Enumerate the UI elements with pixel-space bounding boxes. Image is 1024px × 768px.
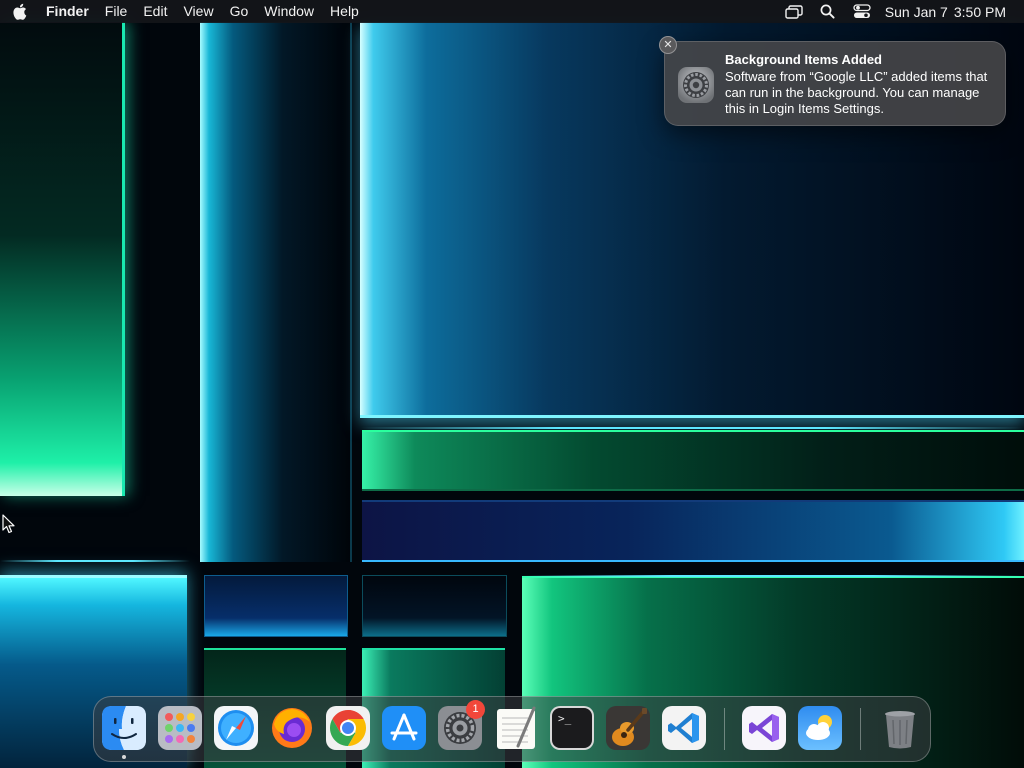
wallpaper-glow-line: [360, 427, 1024, 429]
dock-separator: [860, 708, 861, 750]
terminal-icon[interactable]: >_: [550, 706, 594, 750]
app-store-icon[interactable]: [382, 706, 426, 750]
chrome-icon[interactable]: [326, 706, 370, 750]
menu-help[interactable]: Help: [322, 0, 367, 23]
wallpaper-panel: [362, 430, 1024, 491]
menu-go[interactable]: Go: [222, 0, 257, 23]
notification-title: Background Items Added: [725, 52, 882, 67]
wallpaper-panel: [362, 575, 507, 637]
weather-icon[interactable]: [798, 706, 842, 750]
system-settings-icon[interactable]: 1: [438, 700, 485, 750]
wallpaper-panel: [0, 22, 125, 496]
notification-body: Software from “Google LLC” added items t…: [725, 69, 988, 116]
vscode-icon[interactable]: [662, 706, 706, 750]
launchpad-icon[interactable]: [158, 706, 202, 750]
mouse-cursor-icon: [2, 514, 16, 534]
running-indicator: [122, 755, 126, 759]
terminal-prompt: >_: [558, 712, 572, 725]
apple-icon[interactable]: [0, 0, 38, 23]
finder-icon[interactable]: [102, 706, 146, 750]
system-settings-gear-icon: [677, 66, 715, 104]
wallpaper-panel: [362, 500, 1024, 562]
safari-icon[interactable]: [214, 706, 258, 750]
menu-window[interactable]: Window: [256, 0, 322, 23]
wallpaper-panel: [204, 575, 348, 637]
menu-bar-clock[interactable]: Sun Jan 7 3:50 PM: [879, 4, 1006, 20]
clock-date: Sun Jan 7: [884, 3, 948, 20]
spotlight-search-icon[interactable]: [811, 0, 845, 23]
dock-separator: [724, 708, 725, 750]
control-center-icon[interactable]: [845, 0, 879, 23]
menu-bar: Finder File Edit View Go Window Help Sun…: [0, 0, 1024, 23]
menu-view[interactable]: View: [175, 0, 221, 23]
menu-app-finder[interactable]: Finder: [38, 0, 97, 23]
garageband-icon[interactable]: [606, 706, 650, 750]
visual-studio-icon[interactable]: [742, 706, 786, 750]
trash-icon[interactable]: [878, 706, 922, 750]
wallpaper-glow-line: [520, 575, 1024, 577]
menu-file[interactable]: File: [97, 0, 136, 23]
dock: 1 >_: [93, 696, 931, 762]
menu-edit[interactable]: Edit: [135, 0, 175, 23]
close-icon[interactable]: ✕: [659, 36, 677, 54]
wallpaper-glow-line: [0, 560, 190, 562]
desktop: Finder File Edit View Go Window Help Sun…: [0, 0, 1024, 768]
clock-time: 3:50 PM: [953, 3, 1006, 20]
notification-badge: 1: [466, 700, 485, 719]
textedit-icon[interactable]: [494, 706, 538, 750]
screen-mirroring-icon[interactable]: [777, 0, 811, 23]
firefox-icon[interactable]: [270, 706, 314, 750]
background-items-notification[interactable]: ✕ Background Items Added Software from “…: [659, 36, 1006, 126]
wallpaper-panel: [200, 22, 352, 562]
